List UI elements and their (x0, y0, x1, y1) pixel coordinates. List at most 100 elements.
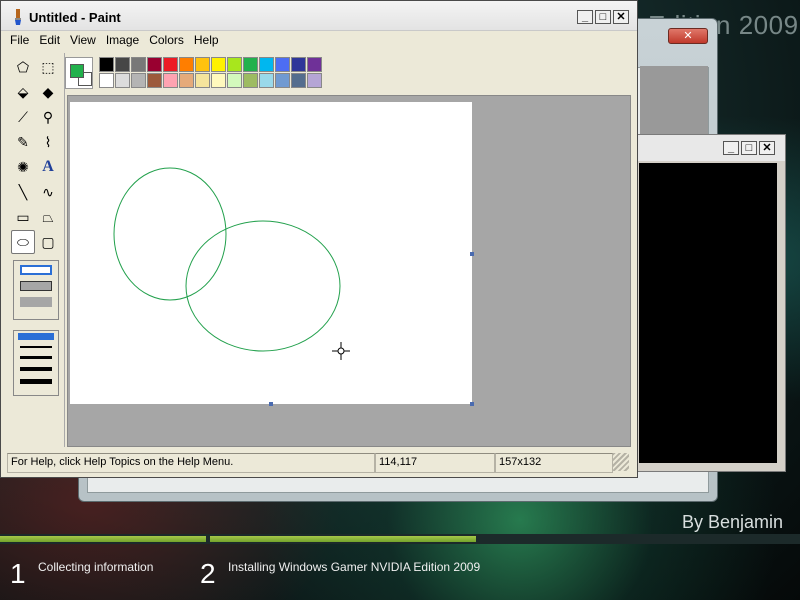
resize-grip-icon[interactable] (613, 453, 629, 471)
line-width-5[interactable] (20, 379, 52, 384)
canvas-area (67, 95, 631, 447)
toolbox: ⬠ ⬚ ⬙ ◆ ⟋ ⚲ ✎ ⌇ ✺ A ╲ ∿ ▭ ⏢ ⬭ ▢ (9, 53, 65, 447)
color-swatch[interactable] (307, 57, 322, 72)
maximize-button[interactable]: □ (595, 10, 611, 24)
setup-progress-step1 (0, 536, 206, 542)
console-titlebar[interactable]: _ □ ✕ (631, 135, 785, 161)
tools-grid: ⬠ ⬚ ⬙ ◆ ⟋ ⚲ ✎ ⌇ ✺ A ╲ ∿ ▭ ⏢ ⬭ ▢ (9, 53, 64, 254)
paint-titlebar[interactable]: Untitled - Paint _ □ ✕ (1, 1, 637, 31)
brush-icon[interactable]: ⌇ (36, 130, 60, 154)
status-help-text: For Help, click Help Topics on the Help … (7, 453, 375, 473)
minimize-button[interactable]: _ (577, 10, 593, 24)
console-maximize-button[interactable]: □ (741, 141, 757, 155)
color-swatch[interactable] (115, 57, 130, 72)
color-swatch[interactable] (195, 57, 210, 72)
step-number-2: 2 (200, 558, 216, 589)
close-button[interactable]: ✕ (613, 10, 629, 24)
color-swatch[interactable] (163, 73, 178, 88)
select-icon[interactable]: ⬚ (36, 55, 60, 79)
fill-option-outline-fill[interactable] (20, 281, 52, 291)
menu-colors[interactable]: Colors (144, 31, 189, 49)
line-icon[interactable]: ╲ (11, 180, 35, 204)
step-label-1: Collecting information (38, 560, 154, 574)
color-swatch[interactable] (275, 57, 290, 72)
menu-view[interactable]: View (65, 31, 101, 49)
color-swatch[interactable] (115, 73, 130, 88)
rounded-rectangle-icon[interactable]: ▢ (36, 230, 60, 254)
console-output[interactable] (639, 163, 777, 463)
crosshair-cursor-icon (332, 342, 350, 360)
text-icon[interactable]: A (36, 155, 60, 179)
airbrush-icon[interactable]: ✺ (11, 155, 35, 179)
line-width-options (13, 330, 59, 396)
ellipse-shape (113, 167, 227, 301)
color-swatch[interactable] (275, 73, 290, 88)
setup-progress-step2 (210, 536, 476, 542)
color-swatch[interactable] (131, 57, 146, 72)
color-swatch[interactable] (147, 57, 162, 72)
status-cursor-position: 114,117 (375, 453, 495, 473)
paint-window: Untitled - Paint _ □ ✕ File Edit View Im… (0, 0, 638, 478)
color-swatch[interactable] (291, 73, 306, 88)
drawing-svg (113, 167, 350, 360)
menu-help[interactable]: Help (189, 31, 224, 49)
menu-edit[interactable]: Edit (34, 31, 65, 49)
color-swatch[interactable] (179, 73, 194, 88)
magnifier-icon[interactable]: ⚲ (36, 105, 60, 129)
status-bar: For Help, click Help Topics on the Help … (7, 453, 635, 473)
color-swatch[interactable] (131, 73, 146, 88)
line-width-3[interactable] (20, 356, 52, 359)
ellipse-icon[interactable]: ⬭ (11, 230, 35, 254)
color-swatch[interactable] (99, 73, 114, 88)
status-selection-size: 157x132 (495, 453, 613, 473)
line-width-1[interactable] (18, 333, 54, 340)
color-swatch[interactable] (307, 73, 322, 88)
console-close-button[interactable]: ✕ (759, 141, 775, 155)
fill-option-fill[interactable] (20, 297, 52, 307)
resize-handle-corner[interactable] (470, 402, 474, 406)
menu-image[interactable]: Image (101, 31, 144, 49)
pencil-icon[interactable]: ✎ (11, 130, 35, 154)
color-swatch[interactable] (227, 57, 242, 72)
resize-handle-right[interactable] (470, 252, 474, 256)
line-width-4[interactable] (20, 367, 52, 371)
console-window: _ □ ✕ (630, 134, 786, 472)
color-swatch[interactable] (99, 57, 114, 72)
color-swatch[interactable] (147, 73, 162, 88)
color-swatch[interactable] (291, 57, 306, 72)
setup-close-button[interactable]: ✕ (668, 28, 708, 44)
current-colors (65, 57, 93, 89)
color-swatch[interactable] (163, 57, 178, 72)
color-swatch[interactable] (227, 73, 242, 88)
step-label-2: Installing Windows Gamer NVIDIA Edition … (228, 560, 481, 574)
color-swatch[interactable] (179, 57, 194, 72)
color-swatch[interactable] (195, 73, 210, 88)
curve-icon[interactable]: ∿ (36, 180, 60, 204)
color-swatch[interactable] (243, 73, 258, 88)
color-swatch[interactable] (211, 73, 226, 88)
free-form-select-icon[interactable]: ⬠ (11, 55, 35, 79)
paint-window-buttons: _ □ ✕ (577, 10, 629, 24)
console-window-buttons: _ □ ✕ (723, 141, 775, 155)
resize-handle-bottom[interactable] (269, 402, 273, 406)
fill-option-outline[interactable] (20, 265, 52, 275)
fill-style-options (13, 260, 59, 320)
author-credit: By Benjamin (682, 512, 784, 532)
foreground-color-swatch[interactable] (70, 64, 84, 78)
color-swatch[interactable] (259, 73, 274, 88)
menu-file[interactable]: File (5, 31, 34, 49)
paint-app-icon (15, 9, 21, 25)
color-picker-icon[interactable]: ⟋ (11, 105, 35, 129)
polygon-icon[interactable]: ⏢ (36, 205, 60, 229)
console-minimize-button[interactable]: _ (723, 141, 739, 155)
line-width-2[interactable] (20, 346, 52, 348)
step-number-1: 1 (10, 558, 26, 589)
color-swatch[interactable] (243, 57, 258, 72)
eraser-icon[interactable]: ⬙ (11, 80, 35, 104)
menu-bar: File Edit View Image Colors Help (1, 31, 631, 49)
drawing-canvas[interactable] (70, 102, 472, 404)
color-swatch[interactable] (259, 57, 274, 72)
color-swatch[interactable] (211, 57, 226, 72)
fill-bucket-icon[interactable]: ◆ (36, 80, 60, 104)
rectangle-icon[interactable]: ▭ (11, 205, 35, 229)
